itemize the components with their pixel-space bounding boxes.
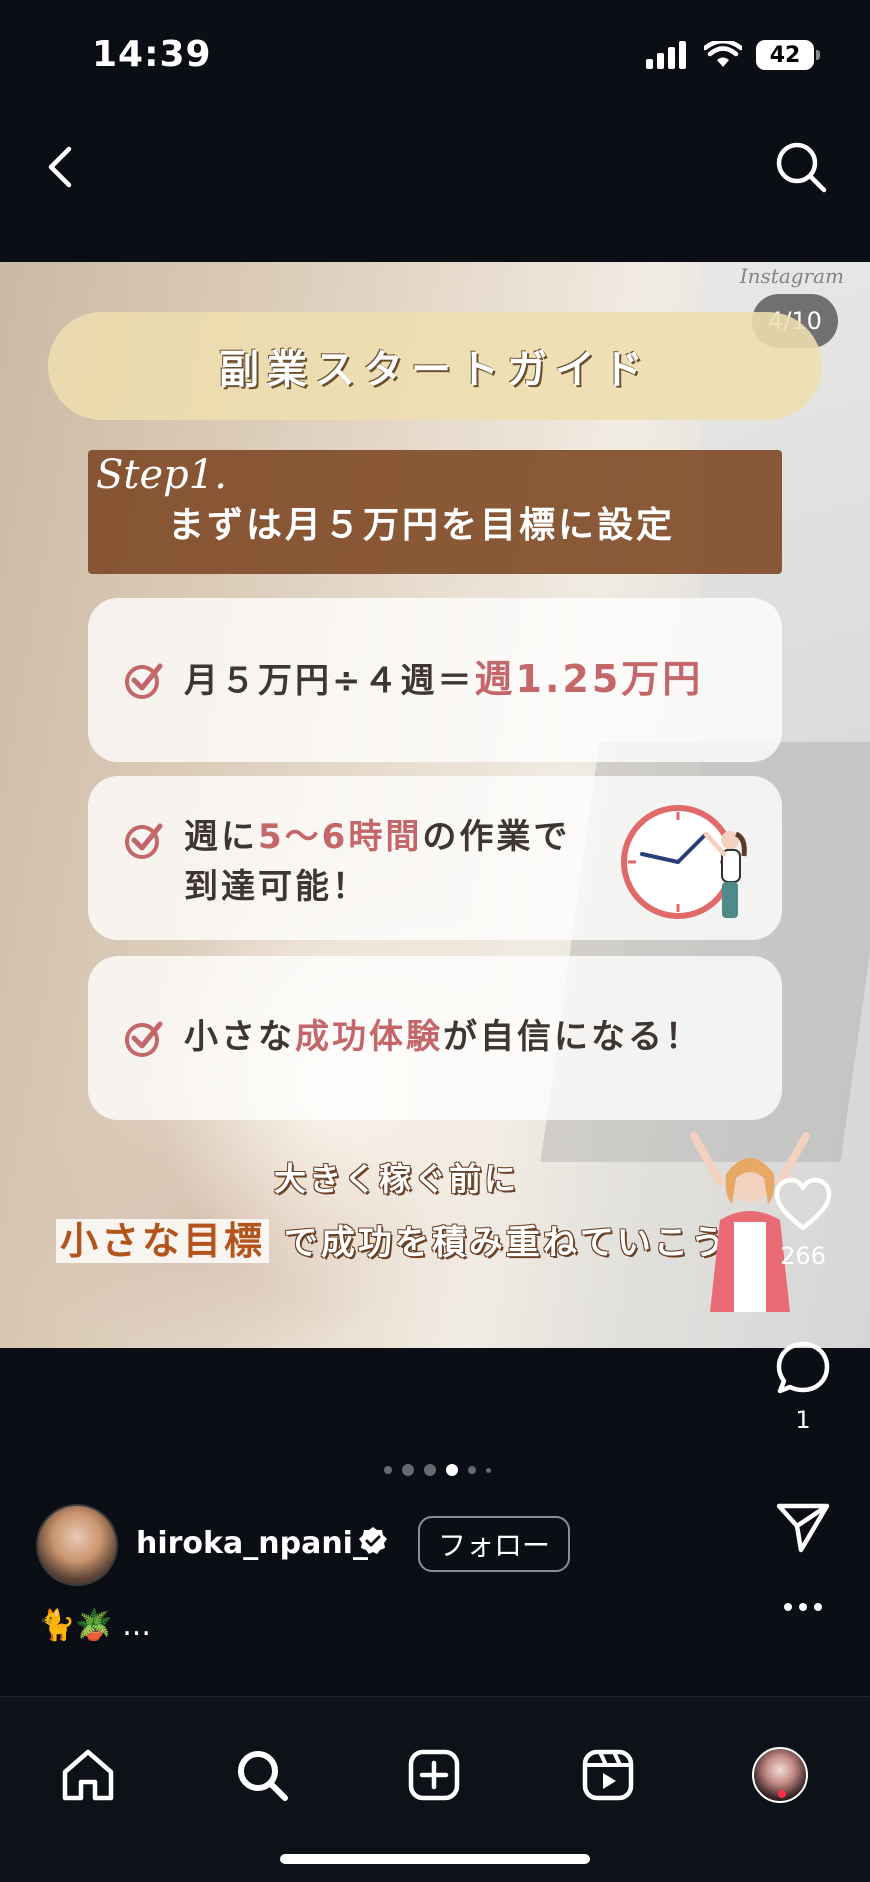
card-2-highlight: 5〜6時間 bbox=[258, 817, 423, 857]
share-action bbox=[770, 1502, 836, 1554]
info-card-1: 月５万円÷４週＝週1.25万円 bbox=[88, 598, 782, 762]
carousel-dot bbox=[424, 1464, 436, 1476]
author-row: hiroka_npani_ フォロー bbox=[36, 1504, 596, 1586]
comment-count: 1 bbox=[795, 1406, 811, 1434]
post-title: 副業スタートガイド bbox=[219, 347, 651, 393]
notification-dot bbox=[778, 1790, 786, 1798]
card-1-text: 月５万円÷４週＝週1.25万円 bbox=[184, 657, 704, 701]
carousel-dots bbox=[384, 1464, 491, 1476]
carousel-dot bbox=[486, 1467, 491, 1473]
nav-search-button[interactable] bbox=[232, 1745, 292, 1805]
nav-create-button[interactable] bbox=[404, 1745, 464, 1805]
clock-illustration bbox=[621, 805, 747, 919]
card-2-text: 週に5〜6時間の作業で 到達可能！ bbox=[184, 817, 571, 907]
like-action: 266 bbox=[770, 1176, 836, 1270]
footer-accent: 小さな目標 bbox=[56, 1219, 270, 1263]
comment-icon[interactable] bbox=[775, 1340, 831, 1396]
step-label: Step1. bbox=[96, 452, 227, 498]
reels-icon bbox=[582, 1749, 634, 1801]
home-icon bbox=[62, 1749, 114, 1801]
info-card-2: 週に5〜6時間の作業で 到達可能！ bbox=[88, 776, 782, 940]
send-icon[interactable] bbox=[775, 1502, 831, 1554]
card-3-text: 小さな成功体験が自信になる！ bbox=[184, 1017, 702, 1057]
more-action bbox=[770, 1602, 836, 1612]
like-count: 266 bbox=[780, 1242, 826, 1270]
post-caption[interactable]: 🐈🪴 ... bbox=[38, 1608, 151, 1643]
nav-home-button[interactable] bbox=[58, 1745, 118, 1805]
carousel-dot bbox=[468, 1466, 476, 1474]
step-banner: Step1. まずは月５万円を目標に設定 bbox=[88, 450, 782, 574]
avatar[interactable] bbox=[36, 1504, 118, 1586]
wifi-icon bbox=[704, 41, 742, 67]
header bbox=[0, 110, 870, 260]
back-button[interactable] bbox=[30, 130, 90, 204]
search-icon bbox=[776, 142, 827, 193]
check-icon bbox=[125, 663, 163, 699]
username[interactable]: hiroka_npani_ bbox=[136, 1526, 368, 1561]
more-icon[interactable] bbox=[783, 1602, 823, 1612]
follow-button[interactable]: フォロー bbox=[418, 1516, 570, 1572]
status-bar: 14:39 42 bbox=[0, 0, 870, 110]
comment-action: 1 bbox=[770, 1340, 836, 1434]
nav-reels-button[interactable] bbox=[578, 1745, 638, 1805]
create-icon bbox=[408, 1749, 460, 1801]
back-icon bbox=[48, 146, 72, 188]
card-3-highlight: 成功体験 bbox=[295, 1017, 443, 1057]
carousel-dot-active bbox=[446, 1464, 458, 1476]
verified-icon bbox=[359, 1527, 387, 1554]
signal-icon bbox=[646, 41, 686, 69]
post-footer-line-2: 小さな目標 で成功を積み重ねていこう！ bbox=[56, 1210, 765, 1265]
carousel-dot bbox=[384, 1466, 392, 1474]
check-icon bbox=[125, 823, 163, 859]
search-icon bbox=[238, 1751, 288, 1801]
home-indicator bbox=[280, 1854, 590, 1864]
info-card-3: 小さな成功体験が自信になる！ bbox=[88, 956, 782, 1120]
check-icon bbox=[125, 1021, 163, 1057]
battery-indicator: 42 bbox=[756, 40, 820, 70]
instagram-watermark: Instagram bbox=[739, 264, 844, 288]
status-icons: 42 bbox=[646, 40, 820, 70]
card-1-highlight: 週1.25万円 bbox=[474, 657, 704, 701]
step-text: まずは月５万円を目標に設定 bbox=[168, 505, 676, 546]
search-button[interactable] bbox=[766, 130, 836, 204]
post-footer-line-1: 大きく稼ぐ前に bbox=[274, 1160, 520, 1198]
post-image[interactable]: Instagram 4/10 副業スタートガイド Step1. まずは月５万円を… bbox=[0, 262, 870, 1348]
status-time: 14:39 bbox=[92, 34, 212, 75]
heart-icon[interactable] bbox=[773, 1176, 833, 1232]
carousel-dot bbox=[402, 1464, 414, 1476]
post-title-pill: 副業スタートガイド bbox=[48, 312, 822, 420]
